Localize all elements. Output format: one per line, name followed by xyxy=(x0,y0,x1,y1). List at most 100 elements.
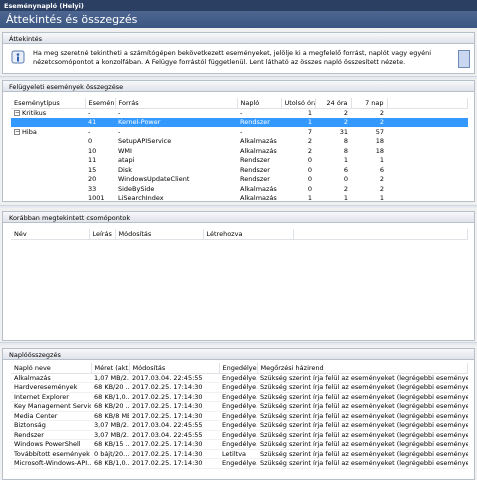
summary-row[interactable]: 20 WindowsUpdateClient Rendszer 0 0 2 xyxy=(11,175,468,185)
summary-row[interactable]: 41 Kernel-Power Rendszer 1 2 2 xyxy=(11,117,468,127)
summary-row[interactable]: 33 SideBySide Alkalmazás 0 2 2 xyxy=(11,184,468,194)
cell-week: 1 xyxy=(379,194,384,201)
col-description[interactable]: Leírás xyxy=(89,229,116,240)
log-row[interactable]: Továbbított események 0 bájt/20... 2017.02… xyxy=(11,449,468,459)
summary-row[interactable]: 11 atapi Rendszer 0 1 1 xyxy=(11,156,468,166)
log-cell-modified: 2017.02.25. 17:14:30 xyxy=(129,458,219,469)
splitter[interactable] xyxy=(0,342,477,345)
splitter[interactable] xyxy=(0,76,477,79)
summary-table: Eseménytípus Esemén... Forrás Napló Utol… xyxy=(11,98,468,201)
log-cell-policy: Szükség szerint írja felül az eseményeke… xyxy=(257,439,468,450)
summary-row[interactable]: 1001 LiSearchIndex Alkalmazás 1 1 1 xyxy=(11,194,468,201)
cell-day: 6 xyxy=(343,165,348,174)
log-row[interactable]: Rendszer3,07 MB/2...2017.03.04. 22:45:55… xyxy=(11,430,468,440)
cell-day: 1 xyxy=(343,194,348,201)
log-cell-enabled: Engedélye... xyxy=(219,401,257,412)
col-7-days[interactable]: 7 nap xyxy=(351,98,388,109)
log-cell-size: 3,07 MB/2... xyxy=(91,420,129,431)
cell-day: 8 xyxy=(343,146,348,155)
log-cell-name: Windows PowerShell xyxy=(11,439,91,450)
col-size[interactable]: Méret (akt... xyxy=(91,363,130,374)
summary-group-row[interactable]: − Kritikus - - - 1 2 2 xyxy=(11,108,468,118)
col-event-type[interactable]: Eseménytípus xyxy=(11,98,86,109)
cell-hour: 0 xyxy=(307,165,312,174)
summary-group-row[interactable]: − Hiba - - - 7 31 57 xyxy=(11,127,468,137)
cell-source: SideBySide xyxy=(118,184,155,193)
page-title: Áttekintés és összegzés xyxy=(0,11,477,28)
cell-hour: 1 xyxy=(307,118,312,127)
col-log-name[interactable]: Napló neve xyxy=(11,363,92,374)
log-row[interactable]: Internet Explorer 68 KB/1,0... 2017.02.25.… xyxy=(11,392,468,402)
cell-id: 15 xyxy=(88,165,97,174)
col-24-hours[interactable]: 24 óra xyxy=(315,98,352,109)
col-name[interactable]: Név xyxy=(11,229,90,240)
col-log-modified[interactable]: Módosítás xyxy=(129,363,220,374)
panel-scroll-icon[interactable] xyxy=(458,50,470,68)
log-cell-enabled: Engedélye... xyxy=(219,392,257,402)
cell-log: Alkalmazás xyxy=(240,184,277,193)
summary-row[interactable]: 15 Disk Rendszer 0 6 6 xyxy=(11,165,468,175)
cell-id: 41 xyxy=(88,118,97,127)
col-created[interactable]: Létrehozva xyxy=(203,229,294,240)
collapse-toggle-icon[interactable]: − xyxy=(14,128,20,135)
col-enabled[interactable]: Engedélye... xyxy=(219,363,258,374)
cell-hour: 0 xyxy=(307,175,312,184)
col-event-id[interactable]: Esemén... xyxy=(85,98,116,109)
log-cell-enabled: Engedélye... xyxy=(219,458,257,469)
cell-day: 1 xyxy=(343,156,348,165)
recent-header[interactable]: Korábban megtekintett csomópontok xyxy=(3,212,474,223)
cell-log: Alkalmazás xyxy=(240,194,277,201)
summary-header[interactable]: Felügyeleti események összegzése xyxy=(3,81,474,92)
cell-log: - xyxy=(240,109,243,117)
cell-hour: 0 xyxy=(307,184,312,193)
cell-week: 18 xyxy=(375,146,384,155)
cell-day: 31 xyxy=(339,127,348,136)
log-cell-size: 1,07 MB/2... xyxy=(91,373,129,383)
log-cell-name: Alkalmazás xyxy=(11,373,91,383)
log-row[interactable]: Hardveresemények 68 KB/20 ... 2017.02.25. … xyxy=(11,382,468,393)
cell-log: - xyxy=(240,127,243,136)
recent-header-row: Név Leírás Módosítás Létrehozva xyxy=(11,229,468,240)
event-viewer-info-icon xyxy=(11,50,25,64)
col-log[interactable]: Napló xyxy=(237,98,282,109)
overview-header[interactable]: Áttekintés xyxy=(3,33,474,44)
log-row[interactable]: Media Center 68 KB/8 MB 2017.02.25. 17:14:… xyxy=(11,411,468,421)
cell-source: WMI xyxy=(118,146,132,155)
log-summary-panel: Naplóösszegzés Napló neve Méret (akt... … xyxy=(2,348,475,480)
log-cell-name: Hardveresemények xyxy=(11,382,91,393)
collapse-toggle-icon[interactable]: − xyxy=(14,110,20,116)
cell-hour: 7 xyxy=(307,127,312,136)
summary-row[interactable]: 0 SetupAPIService Alkalmazás 2 8 18 xyxy=(11,137,468,147)
splitter[interactable] xyxy=(0,205,477,208)
cell-source: - xyxy=(118,127,121,136)
cell-source: Disk xyxy=(118,165,132,174)
cell-day: 2 xyxy=(343,184,348,193)
cell-id: 11 xyxy=(88,156,97,165)
logs-header[interactable]: Naplóösszegzés xyxy=(3,349,474,360)
log-row[interactable]: Microsoft-Windows-API... 68 KB/1,0... 2017… xyxy=(11,458,468,469)
cell-week: 6 xyxy=(379,165,384,174)
log-cell-policy: Szükség szerint írja felül az eseményeke… xyxy=(257,458,468,469)
col-source[interactable]: Forrás xyxy=(115,98,238,109)
col-modified[interactable]: Módosítás xyxy=(115,229,204,240)
summary-row[interactable]: 10 WMI Alkalmazás 2 8 18 xyxy=(11,146,468,156)
col-retention-policy[interactable]: Megőrzési házirend xyxy=(257,363,468,374)
log-cell-size: 68 KB/15 ... xyxy=(91,439,129,450)
log-cell-name: Key Management Service xyxy=(11,401,91,412)
log-row[interactable]: Alkalmazás1,07 MB/2...2017.03.04. 22:45:… xyxy=(11,373,468,383)
log-cell-modified: 2017.02.25. 17:14:30 xyxy=(129,449,219,459)
log-cell-enabled: Letiltva xyxy=(219,449,257,459)
log-cell-modified: 2017.02.25. 17:14:30 xyxy=(129,401,219,412)
log-cell-modified: 2017.02.25. 17:14:30 xyxy=(129,411,219,421)
cell-day: 8 xyxy=(343,137,348,146)
log-row[interactable]: Windows PowerShell 68 KB/15 ... 2017.02.25… xyxy=(11,439,468,450)
log-cell-size: 0 bájt/20... xyxy=(91,449,129,459)
cell-source: atapi xyxy=(118,156,135,165)
cell-id: 1001 xyxy=(88,194,105,201)
log-row[interactable]: Key Management Service 68 KB/20 ... 2017.0… xyxy=(11,401,468,412)
col-last-hour[interactable]: Utolsó óra xyxy=(281,98,316,109)
log-cell-enabled: Engedélye... xyxy=(219,373,257,383)
log-cell-name: Microsoft-Windows-API... xyxy=(11,458,91,469)
log-row[interactable]: Biztonság3,07 MB/2...2017.03.04. 22:45:5… xyxy=(11,420,468,431)
cell-log: Rendszer xyxy=(240,118,270,127)
